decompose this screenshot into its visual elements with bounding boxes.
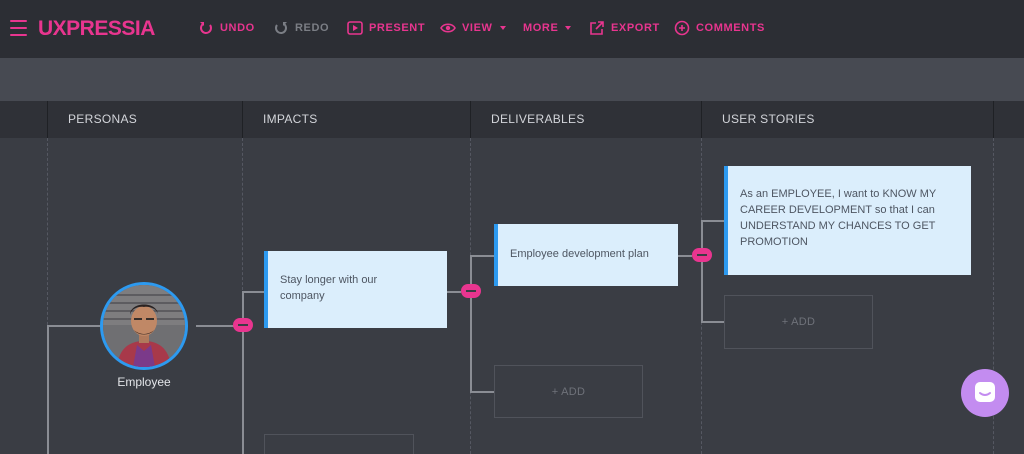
user-story-line: As an EMPLOYEE, I want to KNOW MY: [740, 188, 937, 200]
deliverable-card-line: Employee development plan: [510, 248, 649, 260]
connector-line: [470, 391, 494, 393]
column-title-user-stories: USER STORIES: [722, 112, 815, 126]
undo-label: UNDO: [220, 22, 255, 34]
user-story-line: CAREER DEVELOPMENT so that I can: [740, 204, 935, 216]
column-title-deliverables: DELIVERABLES: [491, 112, 585, 126]
comments-label: COMMENTS: [696, 22, 765, 34]
deliverable-card[interactable]: Employee development plan: [494, 224, 678, 286]
chevron-down-icon: [499, 26, 506, 30]
column-divider: [47, 101, 48, 138]
export-button[interactable]: EXPORT: [589, 18, 660, 38]
add-label: + ADD: [781, 316, 816, 328]
column-title-personas: PERSONAS: [68, 112, 138, 126]
present-button[interactable]: PRESENT: [347, 18, 425, 38]
connector-line: [470, 255, 472, 392]
column-header-row: PERSONAS IMPACTS DELIVERABLES USER STORI…: [0, 101, 1024, 138]
comments-button[interactable]: COMMENTS: [674, 18, 765, 38]
more-label: MORE: [523, 22, 559, 34]
top-bar: UXPRESSIA UNDO REDO PRESENT VIEW MORE EX…: [0, 0, 1024, 58]
persona-name: Employee: [117, 375, 171, 389]
add-user-story-button[interactable]: + ADD: [724, 295, 873, 349]
view-menu[interactable]: VIEW: [440, 18, 506, 38]
export-label: EXPORT: [611, 22, 660, 34]
person-photo: [103, 285, 185, 367]
impact-card-line: company: [280, 290, 325, 302]
add-label: + ADD: [551, 385, 586, 398]
column-divider: [242, 101, 243, 138]
menu-icon[interactable]: [10, 19, 27, 37]
connector-line: [701, 220, 703, 323]
impact-card-line: Stay longer with our: [280, 274, 378, 286]
column-divider: [470, 101, 471, 138]
present-label: PRESENT: [369, 22, 426, 34]
redo-icon: [275, 22, 287, 34]
more-menu[interactable]: MORE: [523, 18, 572, 38]
add-impact-button[interactable]: [264, 434, 414, 454]
collapse-button[interactable]: [233, 318, 253, 332]
impact-card[interactable]: Stay longer with our company: [264, 251, 447, 328]
present-icon: [347, 21, 363, 35]
map-canvas: Employee Stay longer with our company Em…: [0, 138, 1024, 454]
connector-line: [701, 321, 724, 323]
connector-line: [242, 291, 264, 293]
view-label: VIEW: [462, 22, 493, 34]
app-logo: UXPRESSIA: [38, 17, 155, 40]
secondary-toolbar: [0, 58, 1024, 101]
connector-line: [48, 325, 100, 327]
connector-line: [678, 255, 692, 257]
connector-line: [447, 291, 461, 293]
user-story-line: PROMOTION: [740, 236, 808, 248]
comment-plus-icon: [674, 20, 690, 36]
collapse-button[interactable]: [461, 284, 481, 298]
connector-line: [47, 325, 49, 454]
user-story-line: UNDERSTAND MY CHANCES TO GET: [740, 220, 936, 232]
column-title-impacts: IMPACTS: [263, 112, 318, 126]
connector-line: [242, 291, 244, 454]
add-deliverable-button[interactable]: + ADD: [494, 365, 643, 418]
column-divider: [993, 101, 994, 138]
persona-avatar[interactable]: [100, 282, 188, 370]
connector-line: [701, 220, 724, 222]
connector-line: [470, 255, 494, 257]
undo-icon: [200, 22, 212, 34]
eye-icon: [440, 23, 456, 33]
undo-button[interactable]: UNDO: [198, 18, 255, 38]
collapse-button[interactable]: [692, 248, 712, 262]
export-icon: [590, 21, 604, 35]
chevron-down-icon: [565, 26, 572, 30]
user-story-card[interactable]: As an EMPLOYEE, I want to KNOW MY CAREER…: [724, 166, 971, 275]
redo-label: REDO: [295, 22, 330, 34]
column-divider: [701, 101, 702, 138]
connector-line: [196, 325, 234, 327]
chat-launcher-button[interactable]: [961, 369, 1009, 417]
chat-icon: [975, 382, 995, 402]
redo-button[interactable]: REDO: [273, 18, 329, 38]
